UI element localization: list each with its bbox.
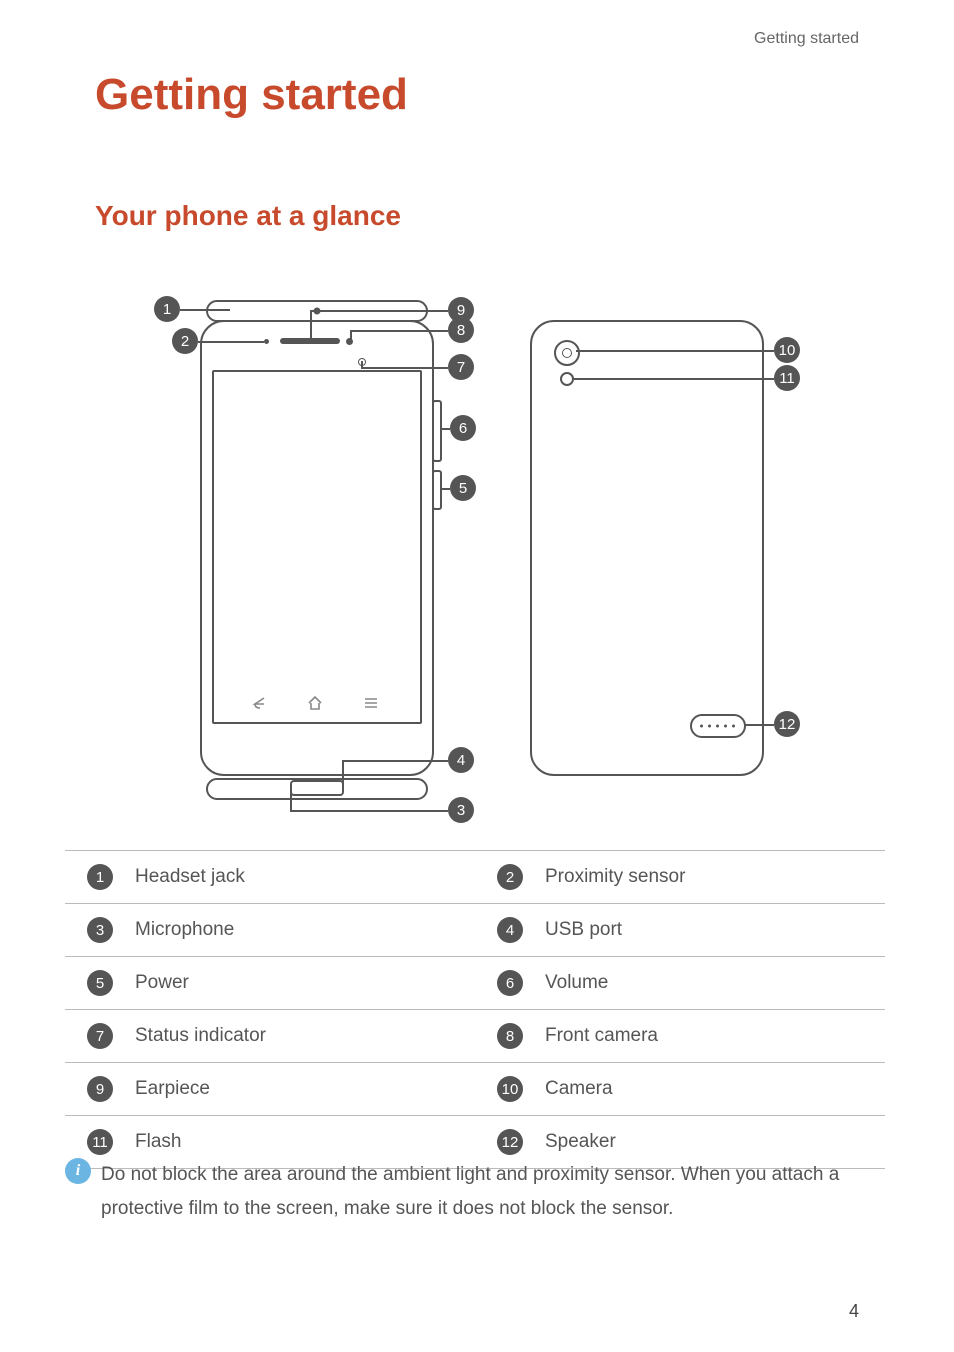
table-label: Flash — [135, 1131, 475, 1153]
power-button — [432, 470, 442, 510]
table-label: Proximity sensor — [545, 866, 885, 888]
nav-bar — [212, 688, 418, 718]
table-label: Microphone — [135, 919, 475, 941]
earpiece — [280, 338, 340, 344]
callout-10: 10 — [774, 337, 800, 363]
callout-12: 12 — [774, 711, 800, 737]
table-badge: 11 — [87, 1129, 113, 1155]
leader-line — [576, 350, 774, 352]
leader-line — [572, 378, 774, 380]
callout-6: 6 — [450, 415, 476, 441]
proximity-sensor — [264, 339, 269, 344]
table-badge: 10 — [497, 1076, 523, 1102]
back-icon — [250, 694, 268, 712]
table-row: 9 Earpiece 10 Camera — [65, 1062, 885, 1115]
table-badge: 3 — [87, 917, 113, 943]
section-title: Your phone at a glance — [95, 200, 401, 232]
parts-table: 1 Headset jack 2 Proximity sensor 3 Micr… — [65, 850, 885, 1169]
table-label: Camera — [545, 1078, 885, 1100]
leader-line — [198, 341, 264, 343]
callout-11: 11 — [774, 365, 800, 391]
page-title: Getting started — [95, 70, 408, 120]
table-label: Headset jack — [135, 866, 475, 888]
leader-line — [310, 310, 448, 312]
callout-2: 2 — [172, 328, 198, 354]
table-badge: 1 — [87, 864, 113, 890]
note-text: Do not block the area around the ambient… — [101, 1158, 885, 1226]
leader-line — [290, 787, 292, 810]
table-row: 7 Status indicator 8 Front camera — [65, 1009, 885, 1062]
usb-port — [290, 780, 344, 796]
leader-line — [440, 488, 450, 490]
info-note: i Do not block the area around the ambie… — [65, 1158, 885, 1226]
volume-button — [432, 400, 442, 462]
phone-back-outline — [530, 320, 764, 776]
table-badge: 8 — [497, 1023, 523, 1049]
menu-icon — [362, 694, 380, 712]
table-label: Earpiece — [135, 1078, 475, 1100]
table-label: Status indicator — [135, 1025, 475, 1047]
table-label: USB port — [545, 919, 885, 941]
callout-3: 3 — [448, 797, 474, 823]
leader-line — [342, 760, 344, 790]
phone-screen — [212, 370, 422, 724]
table-badge: 9 — [87, 1076, 113, 1102]
table-label: Volume — [545, 972, 885, 994]
callout-4: 4 — [448, 747, 474, 773]
page-number: 4 — [849, 1301, 859, 1322]
table-row: 5 Power 6 Volume — [65, 956, 885, 1009]
table-badge: 4 — [497, 917, 523, 943]
leader-line — [342, 760, 448, 762]
table-badge: 2 — [497, 864, 523, 890]
callout-1: 1 — [154, 296, 180, 322]
callout-5: 5 — [450, 475, 476, 501]
table-badge: 12 — [497, 1129, 523, 1155]
table-badge: 7 — [87, 1023, 113, 1049]
leader-line — [361, 367, 448, 369]
leader-line — [350, 330, 448, 332]
home-icon — [306, 694, 324, 712]
table-label: Front camera — [545, 1025, 885, 1047]
leader-line — [744, 724, 774, 726]
callout-7: 7 — [448, 354, 474, 380]
callout-8: 8 — [448, 317, 474, 343]
rear-camera — [554, 340, 580, 366]
phone-diagram: 1 2 9 8 7 6 5 4 3 10 11 12 — [150, 290, 800, 830]
leader-line — [310, 310, 312, 338]
table-label: Speaker — [545, 1131, 885, 1153]
leader-line — [290, 810, 448, 812]
table-row: 3 Microphone 4 USB port — [65, 903, 885, 956]
info-icon: i — [65, 1158, 91, 1184]
running-header: Getting started — [754, 30, 859, 48]
leader-line — [350, 330, 352, 342]
leader-line — [440, 428, 450, 430]
speaker — [690, 714, 746, 738]
leader-line — [180, 309, 230, 311]
table-badge: 5 — [87, 970, 113, 996]
table-label: Power — [135, 972, 475, 994]
table-row: 1 Headset jack 2 Proximity sensor — [65, 850, 885, 903]
table-badge: 6 — [497, 970, 523, 996]
